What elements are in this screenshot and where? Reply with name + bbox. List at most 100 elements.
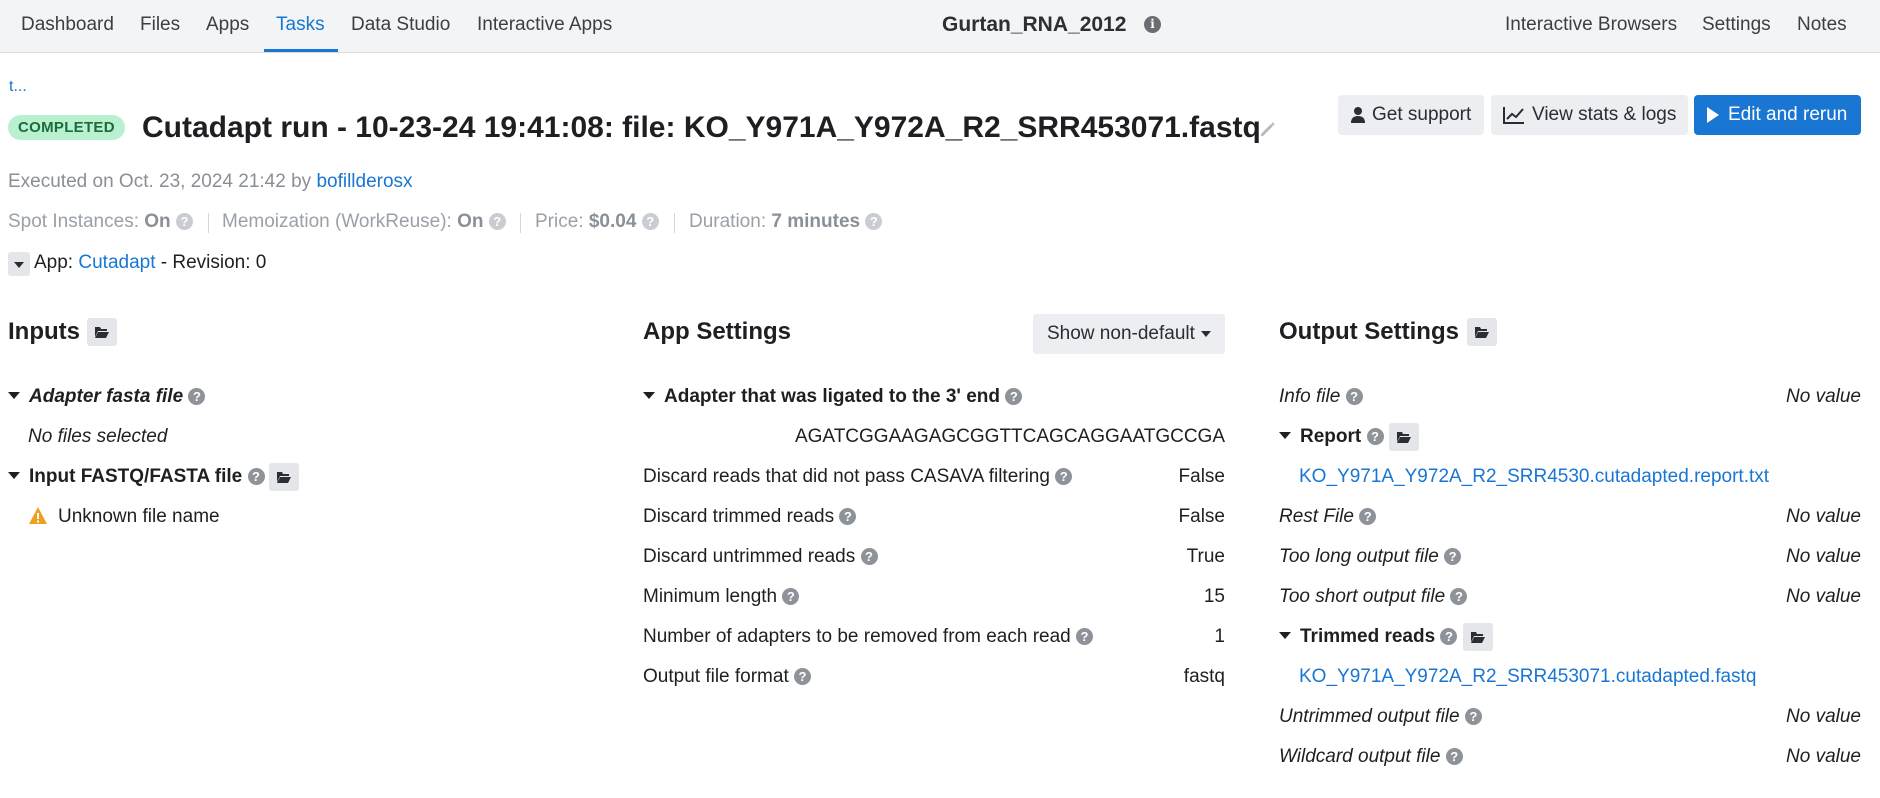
spot-instances: Spot Instances: On ? — [8, 211, 193, 233]
nav-data-studio[interactable]: Data Studio — [351, 14, 450, 36]
help-icon[interactable]: ? — [1450, 588, 1468, 605]
revision-text: - Revision: 0 — [160, 252, 267, 273]
too-short-value: No value — [1786, 586, 1861, 607]
setting-label: Discard trimmed reads — [643, 506, 835, 527]
duration-value: 7 minutes — [771, 211, 861, 232]
price: Price: $0.04 ? — [535, 211, 659, 233]
info-icon[interactable]: i — [1144, 16, 1161, 33]
help-icon[interactable]: ? — [782, 588, 800, 605]
app-settings-heading: App Settings — [643, 318, 791, 345]
chart-icon — [1503, 107, 1524, 124]
inputs-folder-button[interactable] — [87, 318, 117, 346]
divider — [674, 213, 675, 233]
nav-interactive-browsers[interactable]: Interactive Browsers — [1505, 14, 1677, 36]
setting-row: Discard trimmed reads ? False — [643, 504, 1225, 530]
input-fastq-row[interactable]: Input FASTQ/FASTA file ? — [8, 464, 265, 490]
trimmed-reads-row[interactable]: Trimmed reads ? — [1279, 624, 1458, 650]
help-icon[interactable]: ? — [794, 668, 812, 685]
setting-label: Number of adapters to be removed from ea… — [643, 626, 1071, 647]
view-stats-button[interactable]: View stats & logs — [1491, 95, 1688, 135]
nav-settings[interactable]: Settings — [1702, 14, 1771, 36]
nav-files[interactable]: Files — [140, 14, 180, 36]
input-fastq-folder-button[interactable] — [269, 463, 299, 491]
help-icon[interactable]: ? — [1440, 628, 1458, 645]
help-icon[interactable]: ? — [175, 213, 193, 230]
help-icon[interactable]: ? — [839, 508, 857, 525]
help-icon[interactable]: ? — [1444, 548, 1462, 565]
adapter-fasta-row[interactable]: Adapter fasta file ? — [8, 384, 206, 410]
too-long-value: No value — [1786, 546, 1861, 567]
pencil-icon[interactable] — [1258, 119, 1278, 139]
setting-row: Discard reads that did not pass CASAVA f… — [643, 464, 1225, 490]
caret-down-icon — [1279, 632, 1291, 639]
help-icon[interactable]: ? — [488, 213, 506, 230]
nav-interactive-apps[interactable]: Interactive Apps — [477, 14, 612, 36]
help-icon[interactable]: ? — [1005, 388, 1023, 405]
nav-apps[interactable]: Apps — [206, 14, 249, 36]
help-icon[interactable]: ? — [641, 213, 659, 230]
caret-down-icon — [1279, 432, 1291, 439]
caret-down-icon[interactable] — [8, 252, 30, 276]
setting-row: Number of adapters to be removed from ea… — [643, 624, 1225, 650]
trimmed-file-link[interactable]: KO_Y971A_Y972A_R2_SRR453071.cutadapted.f… — [1299, 664, 1756, 690]
divider — [520, 213, 521, 233]
get-support-button[interactable]: Get support — [1338, 95, 1484, 135]
untrimmed-label: Untrimmed output file — [1279, 706, 1460, 727]
help-icon[interactable]: ? — [1366, 428, 1384, 445]
report-row[interactable]: Report ? — [1279, 424, 1384, 450]
report-folder-button[interactable] — [1389, 423, 1419, 451]
help-icon[interactable]: ? — [1464, 708, 1482, 725]
too-long-row: Too long output file ? No value — [1279, 544, 1861, 570]
executed-user-link[interactable]: bofillderosx — [316, 171, 412, 192]
help-icon[interactable]: ? — [247, 468, 265, 485]
output-settings-heading: Output Settings — [1279, 318, 1459, 345]
help-icon[interactable]: ? — [1359, 508, 1377, 525]
help-icon[interactable]: ? — [1445, 748, 1463, 765]
setting-row: Minimum length ? 15 — [643, 584, 1225, 610]
help-icon[interactable]: ? — [1345, 388, 1363, 405]
caret-down-icon — [643, 392, 655, 399]
app-label: App: — [34, 252, 74, 273]
memo-value: On — [457, 211, 484, 232]
get-support-label: Get support — [1372, 104, 1472, 125]
too-short-row: Too short output file ? No value — [1279, 584, 1861, 610]
trimmed-reads-label: Trimmed reads — [1300, 626, 1436, 647]
help-icon[interactable]: ? — [188, 388, 206, 405]
rest-file-row: Rest File ? No value — [1279, 504, 1861, 530]
view-stats-label: View stats & logs — [1532, 104, 1677, 125]
setting-label: Discard reads that did not pass CASAVA f… — [643, 466, 1050, 487]
setting-value: False — [1178, 506, 1225, 527]
trimmed-reads-folder-button[interactable] — [1463, 623, 1493, 651]
rest-file-label: Rest File — [1279, 506, 1354, 527]
duration: Duration: 7 minutes ? — [689, 211, 883, 233]
spot-value: On — [144, 211, 171, 232]
help-icon[interactable]: ? — [865, 213, 883, 230]
help-icon[interactable]: ? — [1076, 628, 1094, 645]
output-folder-button[interactable] — [1467, 318, 1497, 346]
adapter-fasta-value: No files selected — [28, 426, 168, 447]
help-icon[interactable]: ? — [860, 548, 878, 565]
setting-label: Discard untrimmed reads — [643, 546, 856, 567]
spot-label: Spot Instances: — [8, 211, 139, 232]
nav-notes[interactable]: Notes — [1797, 14, 1847, 36]
project-name[interactable]: Gurtan_RNA_2012 — [942, 13, 1126, 37]
report-file-link[interactable]: KO_Y971A_Y972A_R2_SRR4530.cutadapted.rep… — [1299, 464, 1769, 490]
folder-open-icon — [1471, 632, 1485, 643]
adapter-3prime-row[interactable]: Adapter that was ligated to the 3' end ? — [643, 384, 1023, 410]
too-short-label: Too short output file — [1279, 586, 1446, 607]
adapter-3prime-value: AGATCGGAAGAGCGGTTCAGCAGGAATGCCGA — [794, 426, 1225, 447]
untrimmed-value: No value — [1786, 706, 1861, 727]
nav-tasks[interactable]: Tasks — [276, 14, 325, 36]
memo-label: Memoization (WorkReuse): — [222, 211, 452, 232]
active-tab-indicator — [264, 49, 338, 52]
edit-and-rerun-button[interactable]: Edit and rerun — [1694, 95, 1861, 135]
show-non-default-dropdown[interactable]: Show non-default — [1033, 314, 1225, 354]
help-icon[interactable]: ? — [1055, 468, 1073, 485]
nav-dashboard[interactable]: Dashboard — [21, 14, 114, 36]
back-link[interactable]: t... — [9, 78, 27, 96]
inputs-heading: Inputs — [8, 318, 80, 345]
app-name-link[interactable]: Cutadapt — [78, 252, 155, 273]
divider — [208, 213, 209, 233]
rest-file-value: No value — [1786, 506, 1861, 527]
setting-label: Minimum length — [643, 586, 778, 607]
